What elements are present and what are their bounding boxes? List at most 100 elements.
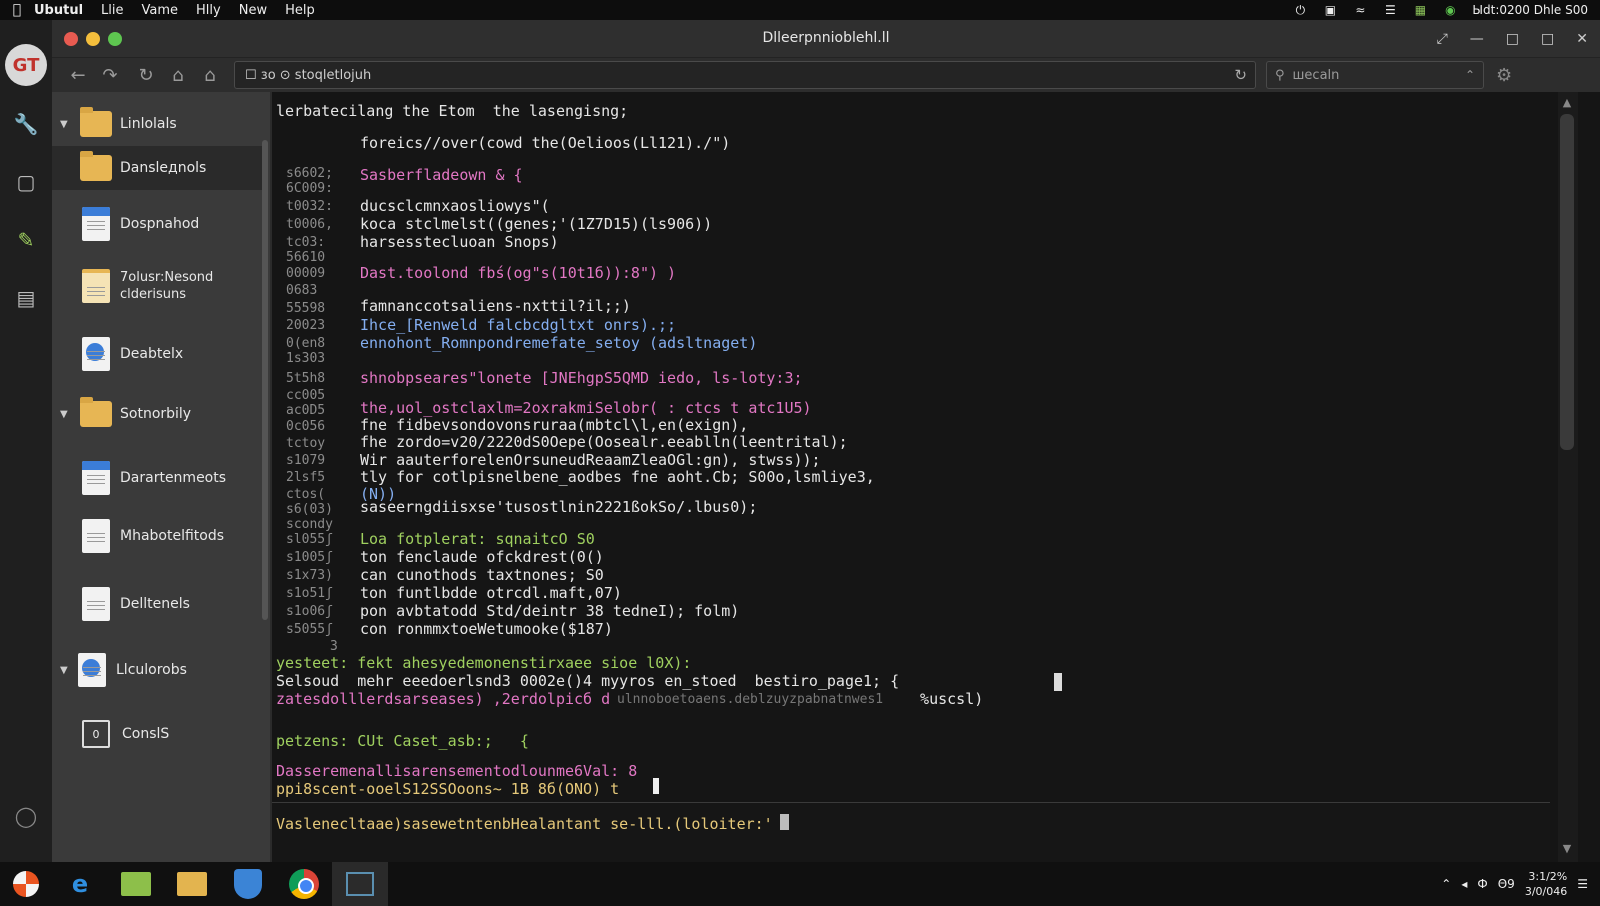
apple-icon[interactable]: : [0, 2, 34, 18]
close-icon[interactable]: ✕: [1576, 31, 1588, 47]
power-icon[interactable]: ⏻: [1292, 3, 1308, 17]
window-icon[interactable]: ▢: [6, 162, 46, 202]
chevron-up-icon[interactable]: ⌃: [1441, 877, 1451, 891]
code-line: petzens: CUt Caset_asb:; {: [276, 732, 529, 750]
edge-icon[interactable]: e: [52, 862, 108, 906]
ubuntu-logo-icon[interactable]: GT: [5, 44, 47, 86]
language-icon[interactable]: Ф: [1477, 877, 1487, 891]
code-line: tly for cotlpisnelbene_aodbes fne aoht.C…: [360, 468, 875, 486]
menu-ubuntu[interactable]: Ubutul: [34, 3, 83, 18]
sidebar-item-llculorobs[interactable]: ▼ Llculorobs: [52, 648, 262, 692]
sidebar-item-consls[interactable]: 0 ConslS: [52, 714, 262, 754]
document-icon: [82, 587, 110, 621]
close-window-button[interactable]: [64, 31, 78, 46]
expand-arrow-icon[interactable]: ▼: [60, 119, 74, 130]
restore-icon[interactable]: ⤢: [1437, 31, 1448, 47]
maximize-window-button[interactable]: [108, 31, 122, 46]
notifications-icon[interactable]: ☰: [1577, 877, 1588, 891]
sidebar-item-linlolals[interactable]: ▼ Linlolals: [52, 104, 262, 144]
file-manager-icon[interactable]: [108, 862, 164, 906]
back-icon[interactable]: ←: [62, 61, 94, 89]
folder-icon[interactable]: [164, 862, 220, 906]
forward-icon[interactable]: ↷: [94, 61, 126, 89]
chevron-up-icon[interactable]: ⌃: [1465, 68, 1475, 82]
sidebar-item-label: Dospnahod: [120, 215, 200, 232]
editor-scrollbar[interactable]: ▲ ▼: [1550, 92, 1600, 862]
maximize-icon[interactable]: □: [1506, 31, 1519, 47]
sidebar-item-folusr[interactable]: 7olusr:Nesond clderisuns: [52, 260, 262, 312]
minimize-window-button[interactable]: [86, 31, 100, 46]
address-bar[interactable]: ☐ зo ⊙ stoqletlojuh ↻: [234, 61, 1256, 89]
shield-icon[interactable]: [220, 862, 276, 906]
expand-arrow-icon[interactable]: ▼: [60, 665, 74, 676]
menu-new[interactable]: New: [239, 3, 267, 18]
reload-icon[interactable]: ↻: [1234, 66, 1247, 84]
screen-icon[interactable]: ▤: [6, 278, 46, 318]
system-tray: ⌃ ◂ Ф Θ9 3:1/2% 3/0/046 ☰: [1441, 869, 1600, 899]
code-line: koca stclmelst((genes;'(1Z7D15)(ls906)): [360, 215, 713, 233]
line-number: s1005ʃ: [286, 550, 333, 565]
command-line[interactable]: Vaslenecltaae)sasewetntenbHealаntant se-…: [272, 802, 1550, 862]
menu-view[interactable]: Vame: [142, 3, 179, 18]
wrench-icon[interactable]: 🔧: [6, 104, 46, 144]
minimize-icon[interactable]: —: [1470, 31, 1484, 47]
title-bar: Dlleerpnnioblehl.ll ⤢ — □ □ ✕: [52, 20, 1600, 58]
scrollbar-thumb[interactable]: [1560, 114, 1574, 450]
scroll-down-icon[interactable]: ▼: [1560, 842, 1574, 855]
launcher-dock: GT 🔧 ▢ ✎ ▤ ◯: [0, 20, 52, 862]
clock-time: 3:1/2%: [1528, 870, 1568, 883]
status-app-icon[interactable]: ◉: [1442, 3, 1458, 17]
line-number: s1o51ʃ: [286, 586, 333, 601]
home-icon[interactable]: ⌂: [162, 61, 194, 89]
battery-icon[interactable]: ▦: [1412, 3, 1428, 17]
sidebar-item-deabtelx[interactable]: Deabtelx: [52, 332, 262, 376]
command-input[interactable]: Vaslenecltaae)sasewetntenbHealаntant se-…: [276, 815, 773, 833]
camera-icon[interactable]: ▣: [1322, 3, 1338, 17]
pencil-icon[interactable]: ✎: [6, 220, 46, 260]
refresh-icon[interactable]: ↻: [130, 61, 162, 89]
sidebar-item-darartenmeots[interactable]: Darartenmeots: [52, 456, 262, 500]
terminal-icon[interactable]: [332, 862, 388, 906]
ubuntu-start-icon[interactable]: [0, 871, 52, 897]
line-number: s1o06ʃ: [286, 604, 333, 619]
user-icon[interactable]: ◯: [6, 796, 46, 836]
line-number: 20023: [286, 318, 326, 333]
sidebar-item-label: ConslS: [122, 725, 170, 742]
text-cursor: [1054, 673, 1062, 691]
code-editor[interactable]: lerbatecilang the Etom the lasengisng; f…: [272, 92, 1550, 862]
menu-history[interactable]: Hlly: [196, 3, 221, 18]
code-line: fne fidbevsondovonsrurаa(mbtcl\l,en(exig…: [360, 416, 749, 434]
list-icon[interactable]: ☰: [1382, 3, 1398, 17]
sidebar-scrollbar[interactable]: [262, 140, 268, 620]
clock[interactable]: 3:1/2% 3/0/046: [1525, 869, 1567, 899]
fullscreen-icon[interactable]: □: [1541, 31, 1554, 47]
sidebar-item-danslednols[interactable]: Danslедnols: [52, 146, 262, 190]
sidebar-item-delltenels[interactable]: Delltenels: [52, 582, 262, 626]
code-line: Dast.toolond fbś(og"s(10t1б)):8") ): [360, 264, 677, 282]
sidebar-item-mhabotelfitods[interactable]: Mhabotelfitods: [52, 514, 262, 558]
expand-arrow-icon[interactable]: ▼: [60, 409, 74, 420]
sidebar-item-label: Delltenels: [120, 595, 190, 612]
line-number: 0(en8 1s303: [286, 336, 326, 366]
sidebar-item-label: Danslедnols: [120, 159, 207, 176]
menu-help[interactable]: Help: [285, 3, 315, 18]
sidebar: ▼ Linlolals Danslедnols Dospnahod 7olusr…: [52, 92, 270, 862]
sidebar-item-sotnorbily[interactable]: ▼ Sotnorbily: [52, 394, 262, 434]
document-icon: [82, 519, 110, 553]
search-input[interactable]: ⚲ шecaln ⌃: [1266, 61, 1484, 89]
network-icon[interactable]: Θ9: [1498, 877, 1515, 891]
code-line: Ihce_[Renweld falcbcdgltxt onrs).;;: [360, 316, 677, 334]
volume-icon[interactable]: ◂: [1461, 877, 1467, 891]
sidebar-item-dospnahod[interactable]: Dospnahod: [52, 202, 262, 246]
code-line: saseerngdiisxse'tusostlnin2221ßokSo/.lbu…: [360, 498, 758, 516]
menu-file[interactable]: Llie: [101, 3, 123, 18]
line-number: 3: [330, 639, 338, 654]
scroll-up-icon[interactable]: ▲: [1560, 96, 1574, 109]
gear-icon[interactable]: ⚙: [1496, 65, 1512, 86]
clock-date: 3/0/046: [1524, 885, 1568, 898]
wifi-icon[interactable]: ≈: [1352, 3, 1368, 17]
folder-icon: [80, 107, 112, 137]
house-outline-icon[interactable]: ⌂: [194, 61, 226, 89]
chrome-icon[interactable]: [276, 862, 332, 906]
text-cursor: [653, 778, 659, 794]
